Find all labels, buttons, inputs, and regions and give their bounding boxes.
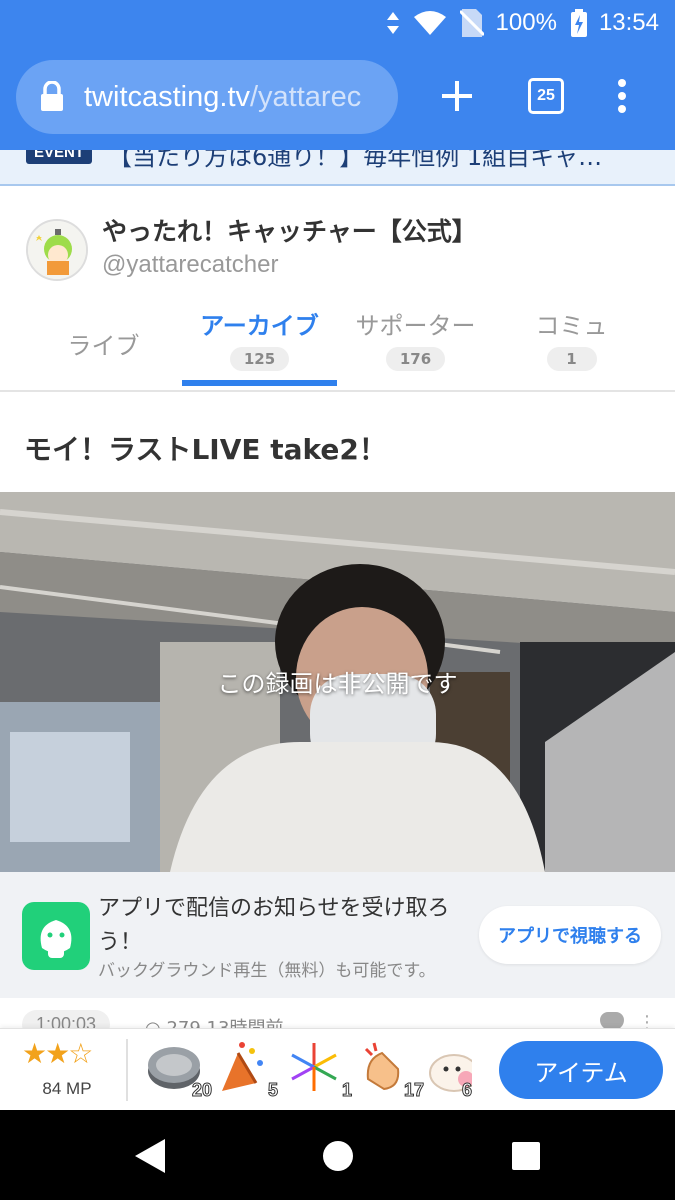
tab-archive-count: 125 (229, 347, 290, 371)
gift-mochi-count: 6 (461, 1080, 472, 1101)
active-tab-indicator (182, 380, 337, 386)
divider (126, 1039, 128, 1101)
clock: 13:54 (598, 9, 659, 36)
gift-coin[interactable]: 20 (146, 1039, 213, 1101)
tab-archive-label: アーカイブ (200, 312, 319, 340)
gift-clapping-count: 17 (403, 1080, 424, 1101)
gift-party-popper-count: 5 (267, 1080, 278, 1101)
mascot-avatar-image (28, 221, 86, 279)
avatar[interactable] (26, 219, 88, 281)
tab-supporter[interactable]: サポーター 176 (338, 300, 493, 388)
system-navigation-bar (0, 1110, 675, 1200)
event-badge: EVENT (26, 150, 93, 164)
app-promo-banner: アプリで配信のお知らせを受け取ろ う！ バックグラウンド再生（無料）も可能です。… (0, 872, 675, 998)
plus-icon (442, 81, 472, 111)
gift-fireworks-count: 1 (341, 1080, 352, 1101)
gift-coin-count: 20 (191, 1080, 212, 1101)
private-recording-notice: この録画は非公開です (217, 670, 458, 698)
promo-message-line2: う！ (98, 930, 143, 955)
battery-percent: 100% (495, 9, 557, 36)
tab-community-count: 1 (546, 347, 597, 371)
gift-fireworks[interactable]: 1 (286, 1039, 353, 1101)
recents-button[interactable] (506, 1136, 546, 1176)
tab-archive[interactable]: アーカイブ 125 (182, 300, 337, 388)
watch-in-app-button[interactable]: アプリで視聴する (479, 906, 661, 964)
video-player[interactable]: この録画は非公開です (0, 492, 675, 872)
item-bar: ★★☆ 84 MP 20 5 1 17 6 アイテム (0, 1028, 675, 1111)
new-tab-button[interactable] (427, 66, 487, 126)
rating-stars: ★★☆ (22, 1037, 93, 1070)
event-banner[interactable]: EVENT 【当たり方は6通り！】毎年恒例 1組目キャ… (0, 150, 675, 186)
home-button[interactable] (318, 1136, 358, 1176)
tab-count-box: 25 (528, 78, 564, 114)
no-sim-icon (459, 9, 484, 37)
promo-message-line1: アプリで配信のお知らせを受け取ろ (98, 896, 450, 921)
status-bar: 100% 13:54 (0, 0, 675, 46)
wifi-icon (413, 11, 446, 35)
browser-toolbar: twitcasting.tv/yattarec 25 (0, 46, 675, 150)
items-button[interactable]: アイテム (499, 1041, 663, 1099)
back-button[interactable] (130, 1136, 170, 1176)
lock-icon (40, 80, 68, 113)
profile-tabs: ライブ アーカイブ 125 サポーター 176 コミュ 1 (0, 300, 675, 392)
channel-handle: @yattarecatcher (102, 251, 279, 278)
url-path: /yattarec (250, 80, 362, 113)
event-text: 【当たり方は6通り！】毎年恒例 1組目キャ… (108, 150, 603, 171)
tab-switcher-button[interactable]: 25 (516, 66, 576, 126)
address-bar[interactable]: twitcasting.tv/yattarec (16, 60, 398, 134)
home-circle-icon (323, 1141, 353, 1171)
tab-live-label: ライブ (67, 332, 140, 360)
gift-party-popper[interactable]: 5 (212, 1039, 279, 1101)
tab-community[interactable]: コミュ 1 (494, 300, 649, 388)
mp-balance: 84 MP (42, 1079, 92, 1098)
promo-subtext: バックグラウンド再生（無料）も可能です。 (98, 961, 436, 981)
recents-square-icon (512, 1142, 540, 1170)
fireworks-icon (291, 1043, 337, 1091)
video-title: モイ！ラストLIVE take2！ (24, 433, 387, 466)
party-popper-icon (222, 1042, 263, 1091)
gift-mochi[interactable]: 6 (428, 1039, 472, 1101)
gift-clapping[interactable]: 17 (358, 1039, 425, 1101)
video-meta-row: 1:00:03 ○ 279 13時間前 ⋮ (0, 998, 675, 1032)
tab-supporter-count: 176 (385, 347, 446, 371)
twitcasting-app-icon (22, 902, 90, 970)
channel-name: やったれ！キャッチャー【公式】 (102, 217, 477, 246)
tab-supporter-label: サポーター (355, 312, 476, 340)
tab-community-label: コミュ (535, 312, 608, 340)
battery-charging-icon (570, 9, 587, 37)
tab-live[interactable]: ライブ (26, 300, 181, 388)
browser-menu-button[interactable] (592, 66, 652, 126)
tab-count: 25 (537, 87, 555, 104)
more-vert-icon (618, 79, 626, 113)
back-triangle-icon (135, 1139, 165, 1173)
url-host: twitcasting.tv (84, 80, 250, 113)
signal-icon (386, 12, 400, 34)
